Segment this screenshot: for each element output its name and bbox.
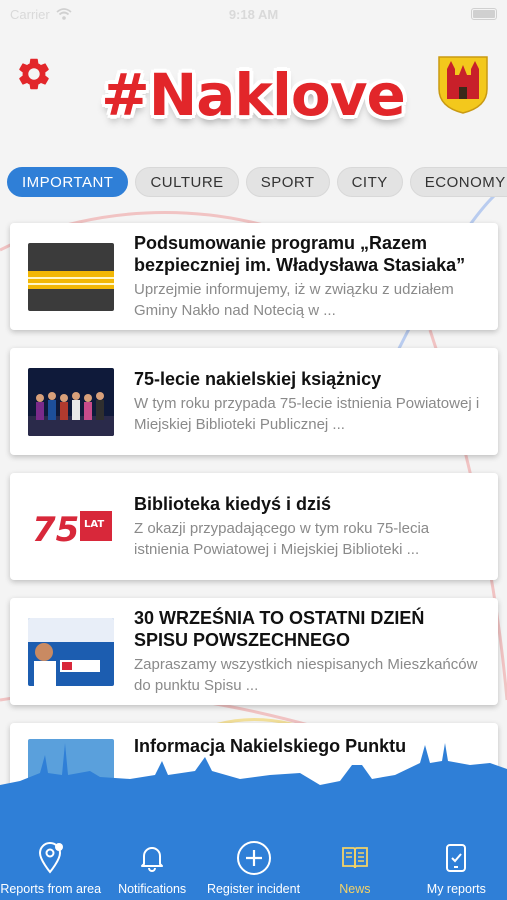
map-pin-icon	[38, 842, 63, 874]
wifi-icon	[56, 8, 72, 20]
news-title: Podsumowanie programu „Razem bezpiecznie…	[134, 233, 466, 275]
battery-icon	[471, 8, 497, 20]
coat-of-arms-image	[438, 56, 488, 114]
bell-icon	[141, 847, 164, 872]
tab-culture[interactable]: CULTURE	[135, 167, 239, 197]
svg-text:75: 75	[32, 510, 79, 550]
tab-sport[interactable]: SPORT	[245, 167, 330, 197]
news-title: 30 WRZEŚNIA TO OSTATNI DZIEŃ SPISU POWSZ…	[134, 608, 425, 650]
plus-circle-icon	[236, 841, 271, 875]
news-description: Uprzejmie informujemy, iż w związku z ud…	[134, 281, 454, 319]
tabbar-label: News	[339, 882, 371, 896]
news-title: 75-lecie nakielskiej książnicy	[134, 369, 382, 389]
thumb-lat-label: LAT	[84, 519, 104, 530]
tabbar-label: Reports from area	[0, 882, 102, 896]
tabbar-label: My reports	[426, 882, 486, 896]
tabbar-my-reports[interactable]: My reports	[406, 820, 507, 900]
status-time: 9:18 AM	[228, 6, 279, 22]
tabbar-label: Notifications	[118, 882, 187, 896]
app-logo: #Naklove	[101, 61, 406, 129]
tabbar-label: Register incident	[206, 882, 301, 896]
gear-icon[interactable]	[15, 55, 53, 93]
tab-important[interactable]: IMPORTANT	[7, 167, 129, 197]
news-description: Zapraszamy wszystkich niespisanych Miesz…	[134, 656, 478, 694]
news-title: Biblioteka kiedyś i dziś	[134, 494, 332, 514]
news-thumbnail	[28, 617, 114, 686]
tabbar-register-incident[interactable]: Register incident	[203, 820, 304, 900]
app-header: #Naklove	[0, 45, 507, 145]
news-icon	[342, 847, 368, 869]
news-thumbnail: 75 LAT	[28, 492, 114, 561]
news-description: W tym roku przypada 75-lecie istnienia P…	[134, 395, 480, 433]
news-card[interactable]: Podsumowanie programu „Razem bezpiecznie…	[10, 223, 498, 330]
carrier-label: Carrier	[10, 6, 50, 22]
phone-list-icon	[446, 844, 467, 872]
news-card[interactable]: 75-lecie nakielskiej książnicy W tym rok…	[10, 348, 498, 455]
news-thumbnail	[28, 367, 114, 436]
news-description: Z okazji przypadającego w tym roku 75-le…	[134, 520, 430, 558]
news-card[interactable]: 75 LAT Biblioteka kiedyś i dziś Z okazji…	[10, 473, 498, 580]
tabbar-news[interactable]: News	[304, 820, 405, 900]
tabbar-notifications[interactable]: Notifications	[101, 820, 202, 900]
tab-city[interactable]: CITY	[336, 167, 403, 197]
category-tabs: IMPORTANT CULTURE SPORT CITY ECONOMY	[7, 167, 507, 197]
tab-economy[interactable]: ECONOMY	[409, 167, 507, 197]
news-card[interactable]: 30 WRZEŚNIA TO OSTATNI DZIEŃ SPISU POWSZ…	[10, 598, 498, 705]
status-bar: Carrier 9:18 AM	[0, 0, 507, 28]
tabbar-reports-from-area[interactable]: Reports from area	[0, 820, 101, 900]
news-thumbnail	[28, 242, 114, 311]
bottom-tab-bar: Reports from area Notifications Register…	[0, 820, 507, 900]
